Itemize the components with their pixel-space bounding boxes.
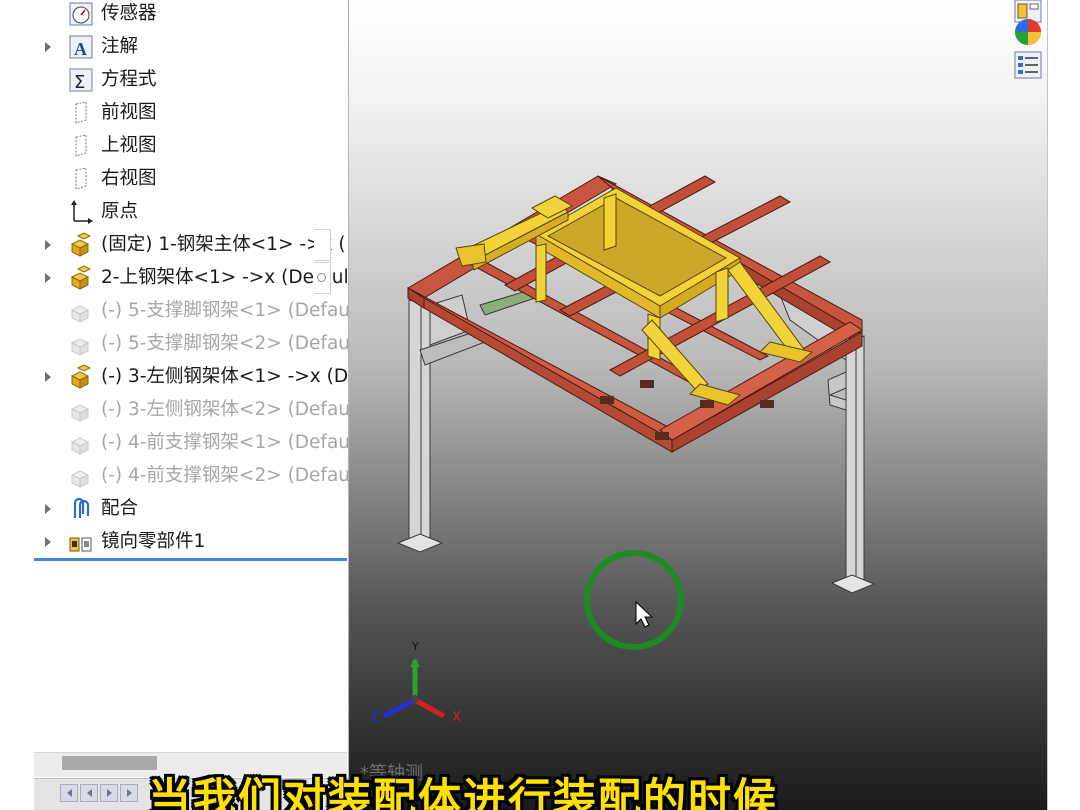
nav-last-button[interactable]	[120, 784, 138, 802]
tree-item-label: 前视图	[101, 102, 157, 123]
feature-manager-tree: 传感器 A 注解 Σ 方程式 前视图 上视图 右视图 原点 (固定) 1-钢架主…	[34, 0, 351, 810]
triad-z-label: Z	[371, 710, 380, 725]
tree-item-label: (-) 3-左侧钢架体<1> ->x (D	[101, 366, 349, 387]
mirror-components-icon	[69, 537, 92, 552]
tree-item-label: (-) 5-支撑脚钢架<1> (Defau	[101, 300, 351, 321]
tree-item-label: (-) 3-左侧钢架体<2> (Defau	[101, 399, 351, 420]
overflow-tab	[314, 229, 331, 261]
part-icon	[70, 404, 90, 422]
scrollbar-thumb[interactable]	[62, 756, 157, 770]
nav-prev-button[interactable]	[80, 784, 98, 802]
appearances-icon[interactable]	[1012, 17, 1044, 47]
tree-item-component-4b[interactable]: (-) 4-前支撑钢架<2> (Defau	[34, 459, 351, 492]
tree-item-label: 注解	[101, 36, 139, 57]
tree-item-sensors[interactable]: 传感器	[34, 0, 348, 30]
expand-arrow-icon[interactable]	[45, 240, 51, 250]
tree-item-label: 镜向零部件1	[101, 531, 206, 552]
tree-item-label: 上视图	[101, 135, 157, 156]
tree-item-label: (-) 4-前支撑钢架<1> (Defau	[101, 432, 351, 453]
tree-item-top-plane[interactable]: 上视图	[34, 129, 348, 162]
tree-item-component-5a[interactable]: (-) 5-支撑脚钢架<1> (Defau	[34, 294, 351, 327]
cursor-highlight-ring	[584, 550, 684, 650]
tree-item-component-4a[interactable]: (-) 4-前支撑钢架<1> (Defau	[34, 426, 351, 459]
assembly-model	[382, 175, 876, 719]
part-icon	[70, 305, 90, 323]
mates-icon	[73, 497, 90, 518]
expand-arrow-icon[interactable]	[45, 504, 51, 514]
mouse-pointer-icon	[635, 600, 654, 628]
expand-arrow-icon[interactable]	[45, 537, 51, 547]
svg-text:Σ: Σ	[74, 72, 85, 93]
tree-item-label: (固定) 1-钢架主体<1> ->x (	[101, 234, 346, 255]
tree-item-label: 右视图	[101, 168, 157, 189]
tree-end-marker	[34, 558, 347, 561]
task-pane	[1047, 0, 1080, 810]
expand-arrow-icon[interactable]	[45, 42, 51, 52]
part-icon	[70, 437, 90, 455]
video-subtitle: 当我们对装配体进行装配的时候	[148, 775, 778, 810]
plane-icon	[75, 101, 87, 124]
plane-icon	[75, 134, 87, 157]
tree-item-right-plane[interactable]: 右视图	[34, 162, 348, 195]
part-icon	[70, 338, 90, 356]
svg-text:A: A	[74, 39, 87, 59]
left-margin	[0, 0, 35, 810]
equation-icon: Σ	[69, 68, 93, 93]
solidworks-window: 传感器 A 注解 Σ 方程式 前视图 上视图 右视图 原点 (固定) 1-钢架主…	[0, 0, 1080, 810]
tree-item-mirror-components[interactable]: 镜向零部件1	[34, 525, 348, 558]
tree-item-label: 方程式	[101, 69, 157, 90]
nav-next-button[interactable]	[100, 784, 118, 802]
tree-item-label: (-) 4-前支撑钢架<2> (Defau	[101, 465, 351, 486]
nav-first-button[interactable]	[60, 784, 78, 802]
tree-item-label: 配合	[101, 498, 139, 519]
tree-item-origin[interactable]: 原点	[34, 195, 348, 228]
subassembly-icon	[70, 364, 92, 389]
tree-item-component-2[interactable]: 2-上钢架体<1> ->x (Defaul	[34, 261, 349, 294]
circle-icon	[317, 273, 326, 282]
expand-arrow-icon[interactable]	[45, 273, 51, 283]
annotation-icon: A	[69, 35, 93, 59]
custom-properties-icon[interactable]	[1012, 50, 1044, 80]
tree-item-front-plane[interactable]: 前视图	[34, 96, 348, 129]
triad-x-label: X	[452, 710, 461, 725]
plane-icon	[75, 167, 87, 190]
tree-item-component-1[interactable]: (固定) 1-钢架主体<1> ->x (	[34, 228, 348, 261]
tree-item-component-3a[interactable]: (-) 3-左侧钢架体<1> ->x (D	[34, 360, 348, 393]
tree-item-component-5b[interactable]: (-) 5-支撑脚钢架<2> (Defau	[34, 327, 351, 360]
tree-item-label: (-) 5-支撑脚钢架<2> (Defau	[101, 333, 351, 354]
orientation-triad-icon	[382, 658, 446, 719]
tree-item-label: 传感器	[101, 3, 157, 24]
tree-item-label: 2-上钢架体<1> ->x (Defaul	[101, 267, 349, 288]
tree-item-label: 原点	[101, 201, 139, 222]
tree-item-equations[interactable]: Σ 方程式	[34, 63, 348, 96]
expand-arrow-icon[interactable]	[45, 372, 51, 382]
subassembly-icon	[70, 232, 92, 257]
tree-item-component-3b[interactable]: (-) 3-左侧钢架体<2> (Defau	[34, 393, 351, 426]
tree-item-mates[interactable]: 配合	[34, 492, 348, 525]
support-legs	[396, 289, 876, 594]
part-icon	[70, 470, 90, 488]
triad-y-label: Y	[412, 640, 419, 653]
sensor-icon	[69, 2, 93, 26]
overflow-tab	[314, 262, 331, 294]
subassembly-icon	[70, 265, 92, 290]
tree-item-annotations[interactable]: A 注解	[34, 30, 348, 63]
origin-icon	[71, 200, 93, 224]
graphics-viewport[interactable]: Y X Z	[349, 0, 1047, 810]
